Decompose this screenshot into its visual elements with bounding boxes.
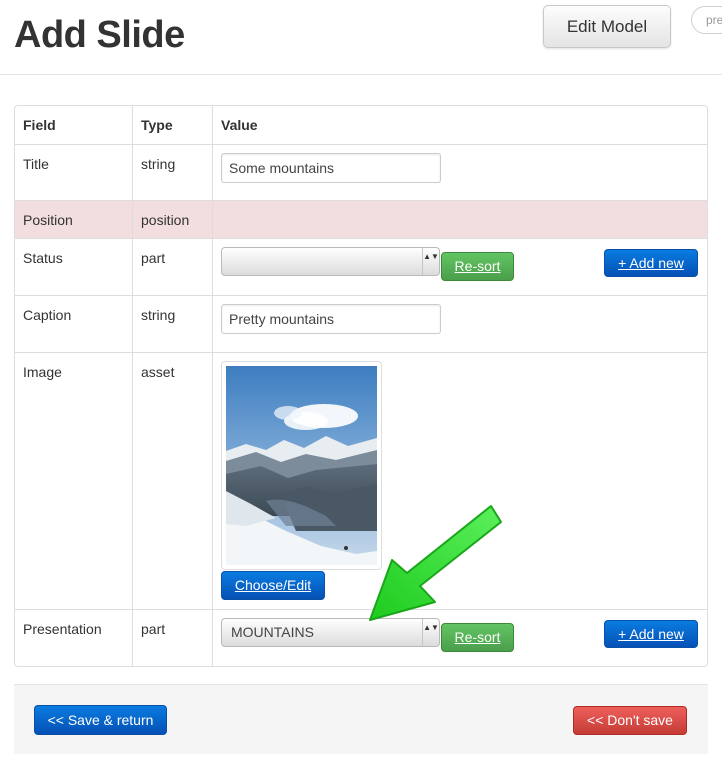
table-row-caption: Caption string Pretty mountains [15, 295, 707, 352]
value-cell: ▲▼ Re-sort + Add new [213, 239, 707, 295]
image-thumbnail [221, 361, 382, 570]
field-type: string [133, 145, 213, 200]
status-add-new-button[interactable]: + Add new [604, 249, 698, 277]
table-row-position: Position position [15, 200, 707, 238]
caption-input[interactable]: Pretty mountains [221, 304, 441, 334]
choose-edit-button[interactable]: Choose/Edit [221, 571, 325, 600]
table-row-title: Title string Some mountains [15, 144, 707, 200]
field-name: Caption [15, 296, 133, 352]
field-name: Status [15, 239, 133, 295]
presentation-add-new-button[interactable]: + Add new [604, 620, 698, 648]
mountain-photo [226, 366, 377, 565]
title-input[interactable]: Some mountains [221, 153, 441, 183]
value-cell [213, 201, 707, 238]
field-type: asset [133, 353, 213, 609]
save-and-return-button[interactable]: << Save & return [34, 705, 167, 735]
table-row-status: Status part ▲▼ Re-sort + Add new [15, 238, 707, 295]
field-type: part [133, 239, 213, 295]
field-name: Position [15, 201, 133, 238]
header-divider [0, 74, 722, 75]
presentation-select-value: MOUNTAINS [231, 624, 314, 640]
edit-model-button[interactable]: Edit Model [543, 5, 671, 48]
field-name: Image [15, 353, 133, 609]
preview-button[interactable]: pre [691, 6, 722, 34]
form-actions-bar: << Save & return << Don't save [14, 684, 708, 754]
field-type: position [133, 201, 213, 238]
table-header-row: Field Type Value [15, 106, 707, 144]
arrow-pointer-icon [369, 505, 502, 621]
page-title: Add Slide [14, 14, 185, 56]
status-resort-button[interactable]: Re-sort [441, 252, 514, 281]
status-select[interactable]: ▲▼ [221, 247, 440, 276]
select-arrows-icon: ▲▼ [422, 248, 439, 275]
value-cell: Some mountains [213, 145, 707, 200]
field-type: part [133, 610, 213, 666]
dont-save-button[interactable]: << Don't save [573, 706, 687, 735]
column-header-type: Type [133, 106, 213, 144]
value-cell: Pretty mountains [213, 296, 707, 352]
column-header-value: Value [221, 117, 258, 133]
field-name: Title [15, 145, 133, 200]
field-type: string [133, 296, 213, 352]
field-name: Presentation [15, 610, 133, 666]
column-header-field: Field [15, 106, 133, 144]
